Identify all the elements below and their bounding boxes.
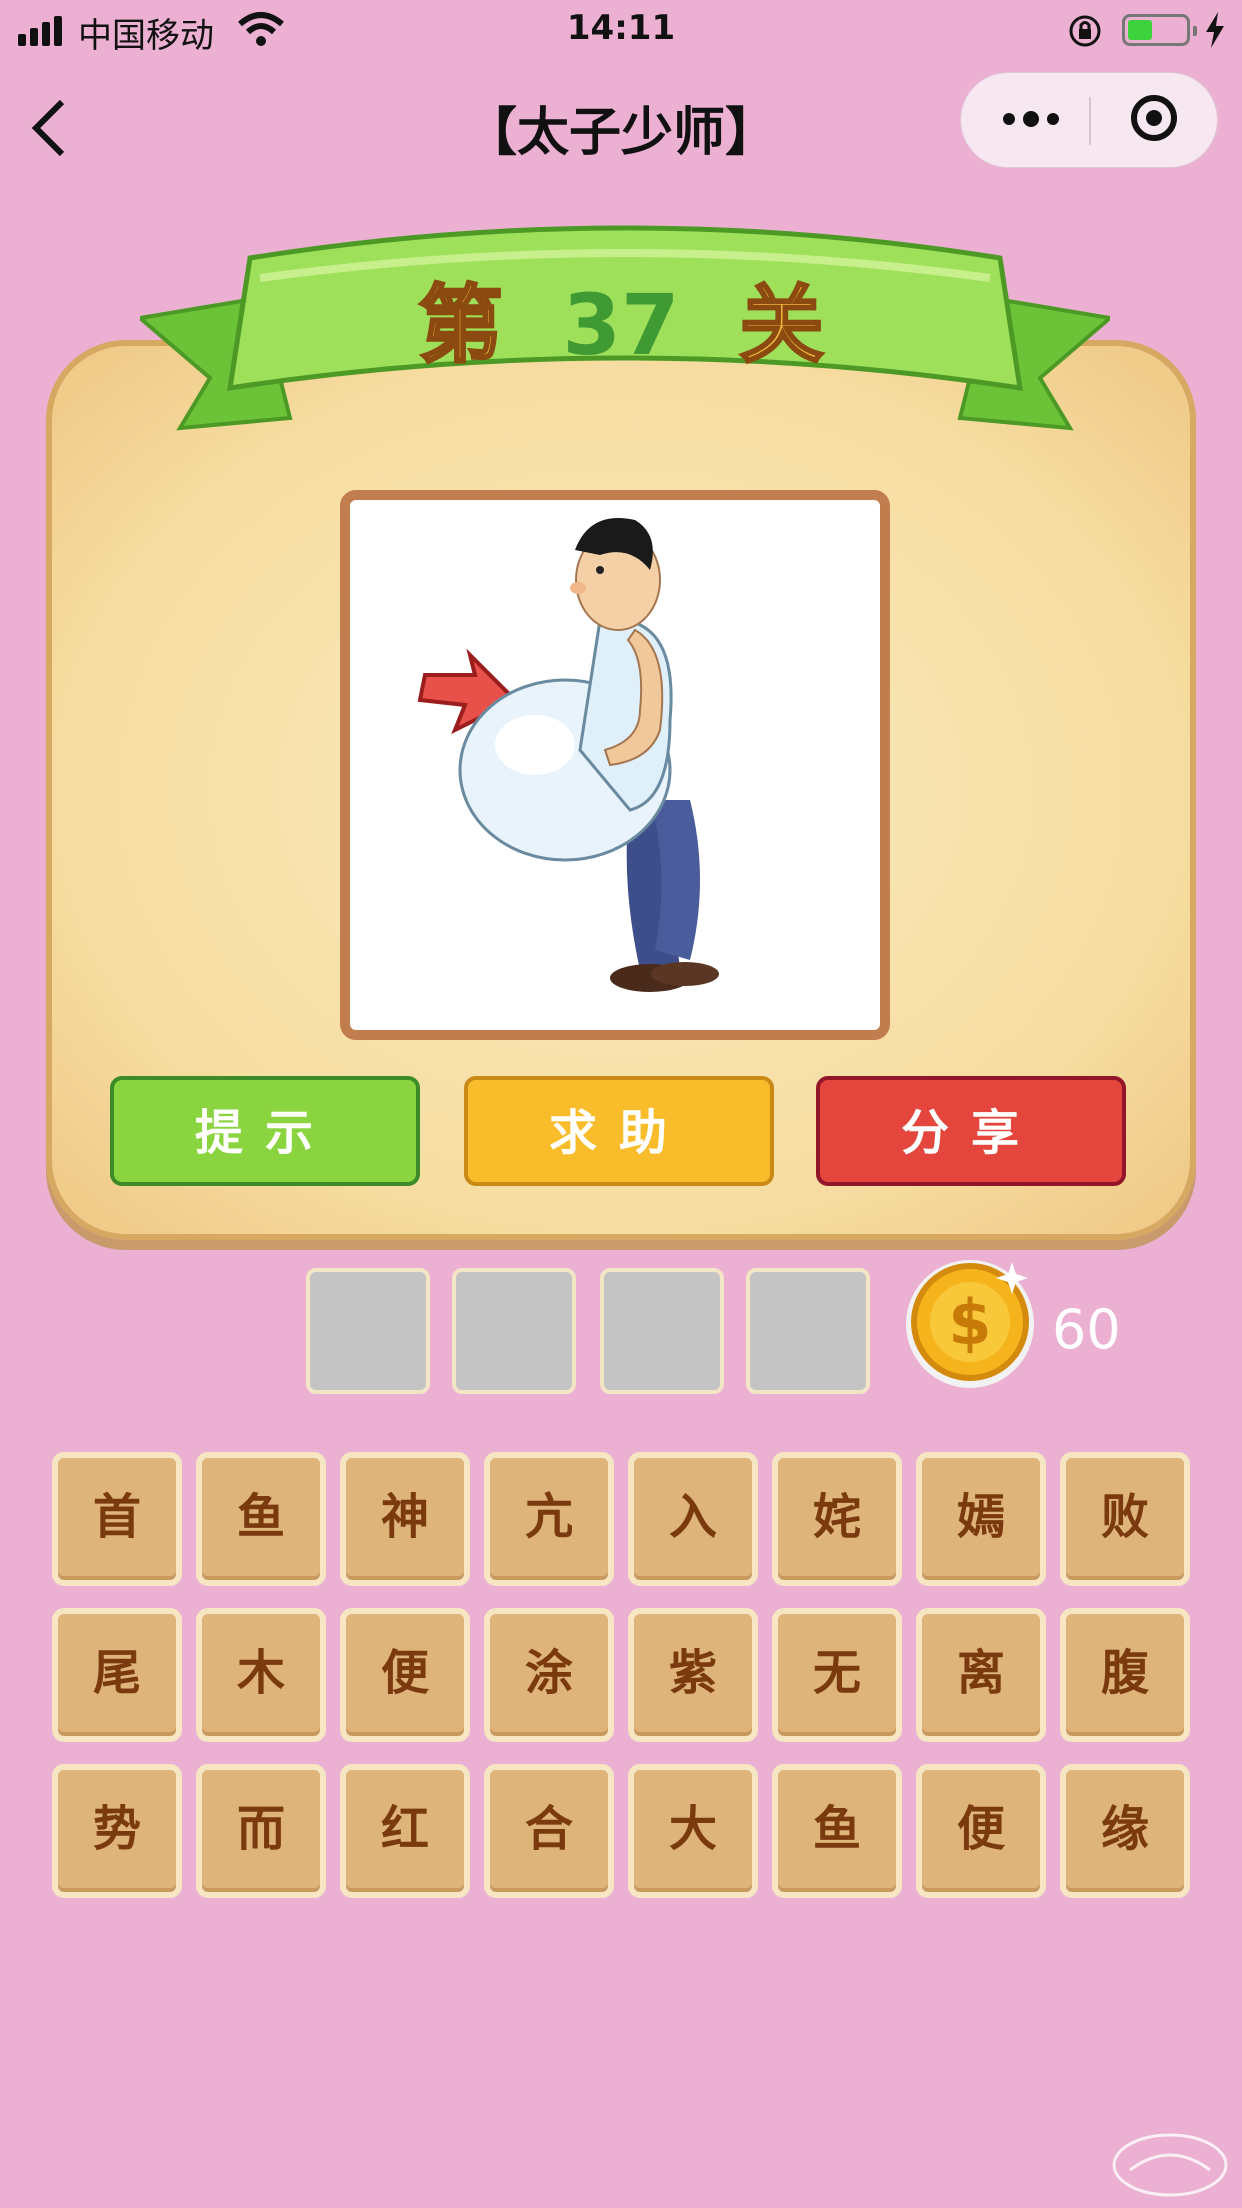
letter-tile[interactable]: 红 bbox=[340, 1764, 470, 1898]
mini-program-capsule bbox=[960, 72, 1218, 168]
target-circle-icon[interactable] bbox=[1131, 95, 1177, 141]
clock: 14:11 bbox=[566, 8, 676, 48]
share-button[interactable]: 分享 bbox=[816, 1076, 1126, 1186]
letter-tile[interactable]: 腹 bbox=[1060, 1608, 1190, 1742]
letter-tile[interactable]: 嫣 bbox=[916, 1452, 1046, 1586]
watermark-logo bbox=[1112, 2133, 1228, 2197]
letter-tile[interactable]: 便 bbox=[916, 1764, 1046, 1898]
puzzle-image bbox=[417, 518, 719, 992]
letter-tile[interactable]: 鱼 bbox=[772, 1764, 902, 1898]
more-dots-icon[interactable] bbox=[1001, 107, 1061, 131]
battery-icon bbox=[1122, 14, 1197, 46]
svg-text:$: $ bbox=[948, 1286, 991, 1359]
answer-slot[interactable] bbox=[600, 1268, 724, 1394]
answer-slot[interactable] bbox=[746, 1268, 870, 1394]
rotation-lock-icon bbox=[1069, 15, 1101, 47]
letter-tile[interactable]: 亢 bbox=[484, 1452, 614, 1586]
level-number: 37 bbox=[562, 276, 680, 374]
status-bar: 中国移动 14:11 bbox=[0, 0, 1242, 62]
letter-tile[interactable]: 入 bbox=[628, 1452, 758, 1586]
coin-icon: $ bbox=[906, 1260, 1034, 1388]
letter-tile[interactable]: 鱼 bbox=[196, 1452, 326, 1586]
letter-tile[interactable]: 涂 bbox=[484, 1608, 614, 1742]
level-prefix: 第 bbox=[417, 275, 504, 376]
letter-tile[interactable]: 便 bbox=[340, 1608, 470, 1742]
letter-tile[interactable]: 紫 bbox=[628, 1608, 758, 1742]
letter-tile[interactable]: 而 bbox=[196, 1764, 326, 1898]
answer-slot[interactable] bbox=[452, 1268, 576, 1394]
level-suffix: 关 bbox=[738, 275, 825, 376]
letter-tile[interactable]: 离 bbox=[916, 1608, 1046, 1742]
letter-tile[interactable]: 缘 bbox=[1060, 1764, 1190, 1898]
hint-button[interactable]: 提示 bbox=[110, 1076, 420, 1186]
level-title: 第 37 关 bbox=[0, 258, 1242, 379]
help-button[interactable]: 求助 bbox=[464, 1076, 774, 1186]
letter-tile[interactable]: 败 bbox=[1060, 1452, 1190, 1586]
letter-tile[interactable]: 合 bbox=[484, 1764, 614, 1898]
letter-tile[interactable]: 尾 bbox=[52, 1608, 182, 1742]
capsule-divider bbox=[1089, 97, 1091, 145]
letter-tile[interactable]: 无 bbox=[772, 1608, 902, 1742]
letter-tile[interactable]: 姹 bbox=[772, 1452, 902, 1586]
letter-tile[interactable]: 木 bbox=[196, 1608, 326, 1742]
letter-tile[interactable]: 大 bbox=[628, 1764, 758, 1898]
letter-tile[interactable]: 神 bbox=[340, 1452, 470, 1586]
coin-count: 60 bbox=[1052, 1298, 1121, 1361]
letter-tile[interactable]: 势 bbox=[52, 1764, 182, 1898]
letter-tile[interactable]: 首 bbox=[52, 1452, 182, 1586]
nav-bar: 【太子少师】 bbox=[0, 62, 1242, 190]
charging-icon bbox=[1206, 12, 1224, 48]
answer-slot[interactable] bbox=[306, 1268, 430, 1394]
